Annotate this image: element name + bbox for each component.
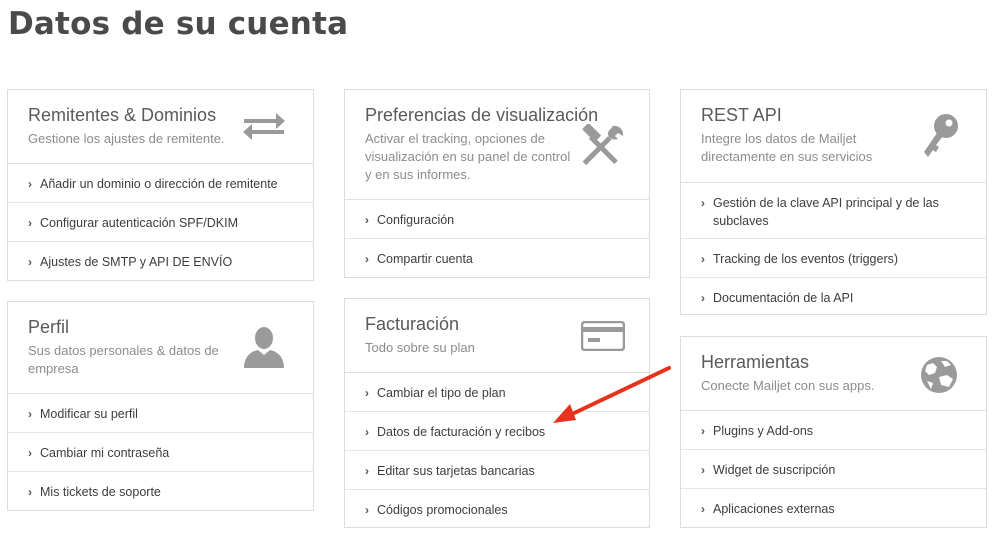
credit-card-icon (580, 320, 626, 356)
chevron-right-icon: › (28, 255, 32, 269)
chevron-right-icon: › (701, 424, 705, 438)
card-header: REST API Integre los datos de Mailjet di… (681, 90, 986, 183)
link-label: Modificar su perfil (40, 407, 138, 421)
link-smtp-api-settings[interactable]: › Ajustes de SMTP y API DE ENVÍO (8, 242, 313, 281)
card-header: Herramientas Conecte Mailjet con sus app… (681, 337, 986, 411)
link-event-tracking[interactable]: › Tracking de los eventos (triggers) (681, 239, 986, 278)
chevron-right-icon: › (701, 463, 705, 477)
card-header: Preferencias de visualización Activar el… (345, 90, 649, 200)
chevron-right-icon: › (28, 485, 32, 499)
link-label: Configuración (377, 213, 455, 227)
link-label: Gestión de la clave API principal y de l… (713, 196, 939, 228)
swap-arrows-icon (242, 112, 286, 147)
link-billing-data-receipts[interactable]: › Datos de facturación y recibos (345, 412, 649, 451)
link-promo-codes[interactable]: › Códigos promocionales (345, 490, 649, 529)
link-label: Compartir cuenta (377, 252, 473, 266)
card-description: Sus datos personales & datos de empresa (28, 343, 219, 376)
globe-icon (919, 355, 959, 400)
link-label: Cambiar el tipo de plan (377, 386, 506, 400)
card-title: Preferencias de visualización (365, 105, 599, 125)
link-add-domain-sender[interactable]: › Añadir un dominio o dirección de remite… (8, 164, 313, 203)
card-billing: Facturación Todo sobre su plan › Cambiar … (344, 298, 650, 528)
chevron-right-icon: › (28, 216, 32, 230)
link-support-tickets[interactable]: › Mis tickets de soporte (8, 472, 313, 511)
link-label: Editar sus tarjetas bancarias (377, 464, 535, 478)
link-label: Configurar autenticación SPF/DKIM (40, 216, 239, 230)
chevron-right-icon: › (365, 425, 369, 439)
chevron-right-icon: › (28, 446, 32, 460)
chevron-right-icon: › (701, 291, 705, 305)
link-api-key-management[interactable]: › Gestión de la clave API principal y de … (681, 183, 986, 239)
link-configure-spf-dkim[interactable]: › Configurar autenticación SPF/DKIM (8, 203, 313, 242)
hammer-wrench-icon (581, 123, 625, 171)
link-label: Añadir un dominio o dirección de remiten… (40, 177, 278, 191)
card-header: Remitentes & Dominios Gestione los ajust… (8, 90, 313, 164)
chevron-right-icon: › (365, 464, 369, 478)
link-plugins-addons[interactable]: › Plugins y Add-ons (681, 411, 986, 450)
link-label: Widget de suscripción (713, 463, 836, 477)
link-label: Tracking de los eventos (triggers) (713, 252, 899, 266)
user-icon (242, 326, 286, 373)
card-description: Activar el tracking, opciones de visuali… (365, 131, 571, 182)
card-header: Facturación Todo sobre su plan (345, 299, 649, 373)
link-label: Mis tickets de soporte (40, 485, 161, 499)
card-description: Integre los datos de Mailjet directament… (701, 131, 873, 164)
link-label: Datos de facturación y recibos (377, 425, 546, 439)
link-label: Aplicaciones externas (713, 502, 835, 516)
card-header: Perfil Sus datos personales & datos de e… (8, 302, 313, 394)
chevron-right-icon: › (365, 503, 369, 517)
link-configuration[interactable]: › Configuración (345, 200, 649, 239)
chevron-right-icon: › (701, 196, 705, 210)
chevron-right-icon: › (365, 386, 369, 400)
link-external-apps[interactable]: › Aplicaciones externas (681, 489, 986, 528)
chevron-right-icon: › (701, 502, 705, 516)
link-share-account[interactable]: › Compartir cuenta (345, 239, 649, 278)
key-icon (920, 112, 960, 163)
link-edit-bank-cards[interactable]: › Editar sus tarjetas bancarias (345, 451, 649, 490)
link-change-plan[interactable]: › Cambiar el tipo de plan (345, 373, 649, 412)
page-title: Datos de su cuenta (8, 6, 349, 42)
link-label: Códigos promocionales (377, 503, 508, 517)
card-display-preferences: Preferencias de visualización Activar el… (344, 89, 650, 278)
link-change-password[interactable]: › Cambiar mi contraseña (8, 433, 313, 472)
card-senders-domains: Remitentes & Dominios Gestione los ajust… (7, 89, 314, 281)
chevron-right-icon: › (701, 252, 705, 266)
link-subscription-widget[interactable]: › Widget de suscripción (681, 450, 986, 489)
chevron-right-icon: › (28, 177, 32, 191)
link-label: Documentación de la API (713, 291, 854, 305)
chevron-right-icon: › (28, 407, 32, 421)
link-api-documentation[interactable]: › Documentación de la API (681, 278, 986, 317)
card-rest-api: REST API Integre los datos de Mailjet di… (680, 89, 987, 315)
link-label: Ajustes de SMTP y API DE ENVÍO (40, 255, 233, 269)
link-edit-profile[interactable]: › Modificar su perfil (8, 394, 313, 433)
chevron-right-icon: › (365, 252, 369, 266)
link-label: Cambiar mi contraseña (40, 446, 170, 460)
link-label: Plugins y Add-ons (713, 424, 814, 438)
chevron-right-icon: › (365, 213, 369, 227)
card-tools: Herramientas Conecte Mailjet con sus app… (680, 336, 987, 528)
card-profile: Perfil Sus datos personales & datos de e… (7, 301, 314, 511)
